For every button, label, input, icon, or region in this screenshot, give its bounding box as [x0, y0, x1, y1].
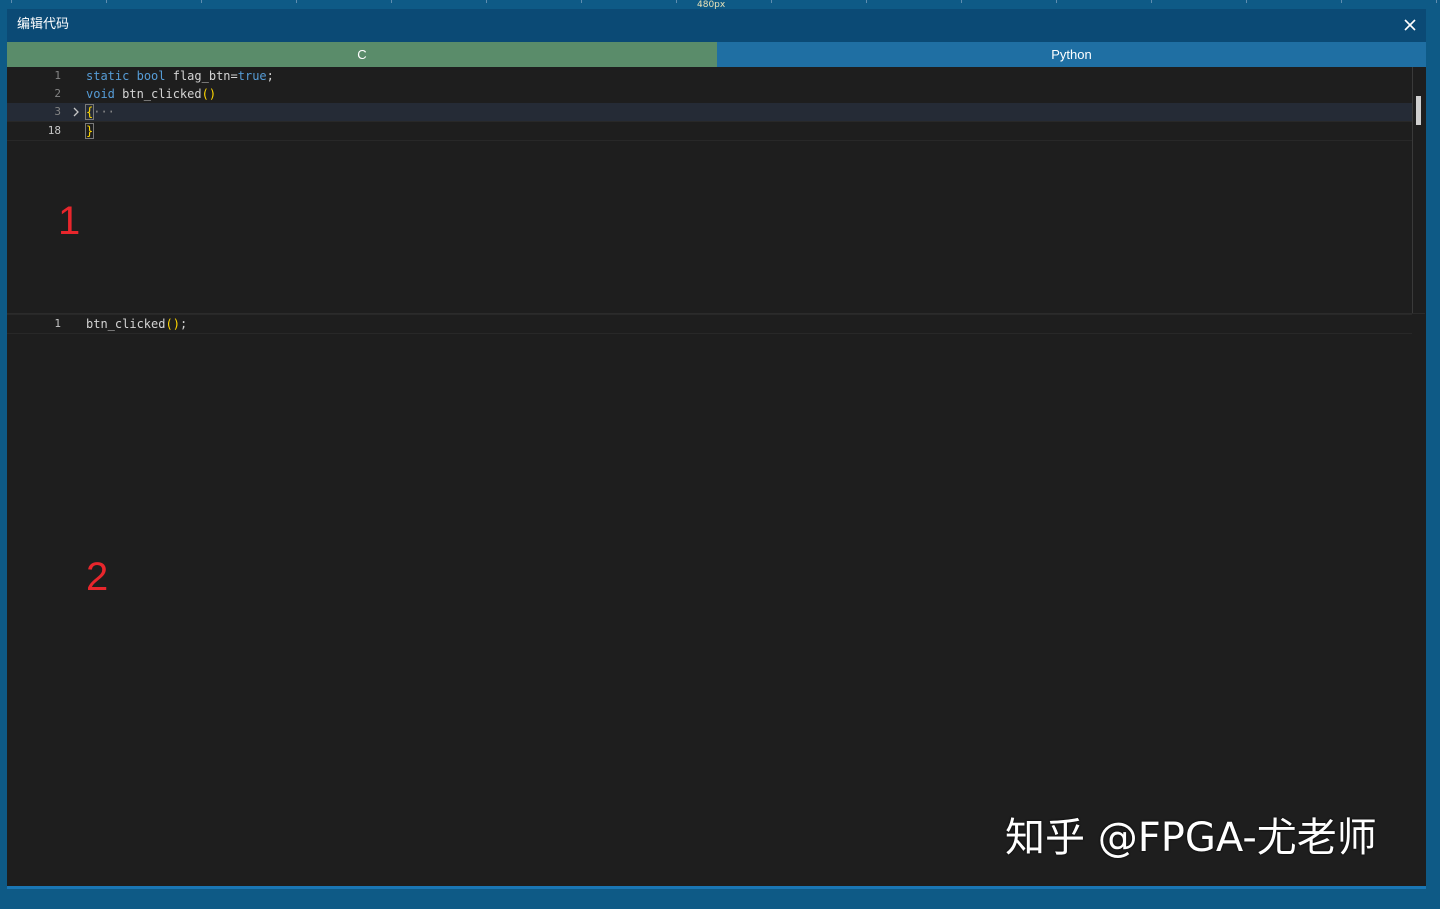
call-code-editor[interactable]: 1 btn_clicked(); — [7, 313, 1425, 886]
watermark: 知乎 @FPGA-尤老师 — [1005, 815, 1377, 861]
dialog-titlebar: 编辑代码 — [7, 9, 1426, 42]
tab-c[interactable]: C — [7, 42, 717, 67]
vertical-scrollbar[interactable] — [1412, 67, 1425, 313]
definition-code-editor[interactable]: 1 static bool flag_btn=true; 2 void btn_… — [7, 67, 1425, 313]
annotation-marker-1: 1 — [58, 199, 81, 243]
ruler-tick — [1151, 0, 1152, 3]
ruler-tick — [1246, 0, 1247, 3]
line-number: 18 — [47, 124, 61, 137]
code-line: 1 static bool flag_btn=true; — [7, 67, 1412, 85]
ruler-tick — [296, 0, 297, 3]
ruler-tick — [106, 0, 107, 3]
code-line: 1 btn_clicked(); — [7, 314, 1412, 334]
close-icon — [1404, 19, 1416, 31]
code-text: void btn_clicked() — [86, 87, 217, 101]
chevron-right-icon — [73, 107, 79, 117]
edit-code-dialog: 编辑代码 C Python 1 static bool flag_btn=tru… — [7, 9, 1426, 889]
code-line-folded: 3 {··· — [7, 103, 1412, 121]
close-button[interactable] — [1398, 13, 1422, 37]
scrollbar-thumb[interactable] — [1416, 96, 1421, 125]
fold-toggle[interactable] — [70, 103, 82, 121]
code-line: 2 void btn_clicked() — [7, 85, 1412, 103]
ruler-tick — [1436, 0, 1437, 3]
code-line: 18 } — [7, 121, 1412, 141]
annotation-marker-2: 2 — [86, 555, 109, 599]
code-text: } — [84, 123, 95, 139]
ruler-tick — [771, 0, 772, 3]
ruler-tick — [961, 0, 962, 3]
ruler-tick — [866, 0, 867, 3]
ruler-tick — [581, 0, 582, 3]
code-text: {··· — [84, 104, 115, 120]
dialog-title: 编辑代码 — [17, 17, 70, 32]
line-number: 1 — [54, 69, 61, 82]
ruler-tick — [201, 0, 202, 3]
ruler-tick — [1056, 0, 1057, 3]
ruler-tick — [486, 0, 487, 3]
language-tabs: C Python — [7, 42, 1426, 67]
line-number: 3 — [54, 105, 61, 118]
ruler-tick — [1341, 0, 1342, 3]
ruler-tick — [391, 0, 392, 3]
code-text: static bool flag_btn=true; — [86, 69, 274, 83]
ruler-tick — [676, 0, 677, 3]
ruler-tick — [11, 0, 12, 3]
line-number: 1 — [54, 317, 61, 330]
tab-python[interactable]: Python — [717, 42, 1426, 67]
code-text: btn_clicked(); — [86, 317, 188, 331]
line-number: 2 — [54, 87, 61, 100]
